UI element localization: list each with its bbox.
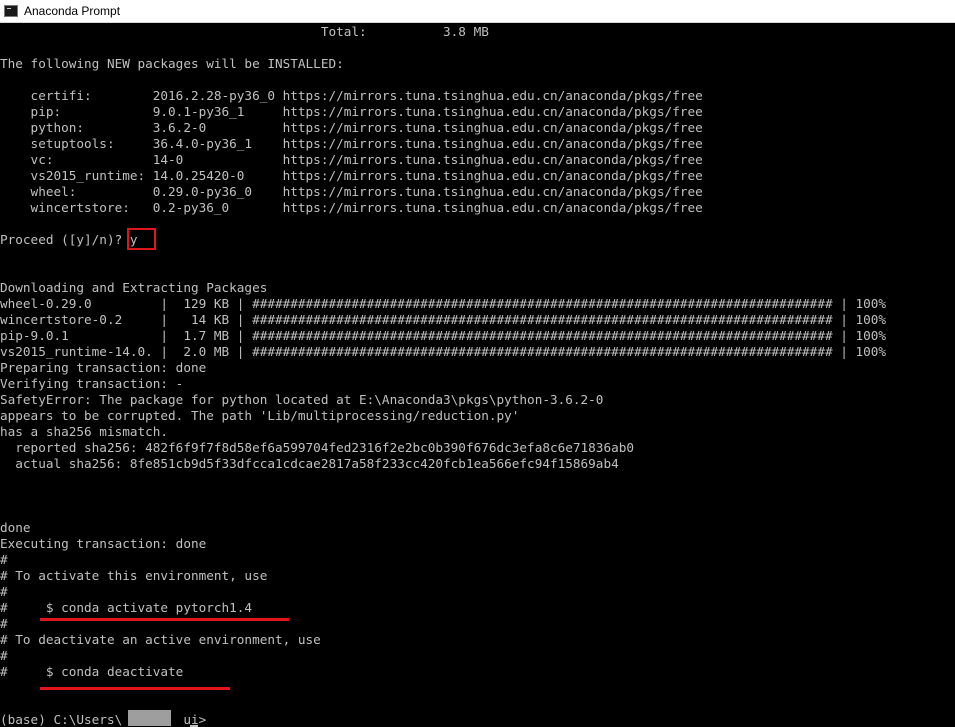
console-line: # $ conda activate pytorch1.4: [0, 600, 253, 615]
console-line: pip: 9.0.1-py36_1 https://mirrors.tuna.t…: [0, 104, 703, 119]
console-line: has a sha256 mismatch.: [0, 424, 169, 439]
console-line: Preparing transaction: done: [0, 360, 207, 375]
console-line: vs2015_runtime-14.0. | 2.0 MB | ########…: [0, 344, 887, 359]
console-line: Total: 3.8 MB: [0, 24, 489, 39]
console-line: #: [0, 552, 8, 567]
console-line: Verifying transaction: -: [0, 376, 184, 391]
console-line: vs2015_runtime: 14.0.25420-0 https://mir…: [0, 168, 703, 183]
console-line: appears to be corrupted. The path 'Lib/m…: [0, 408, 520, 423]
terminal-icon: [4, 5, 18, 17]
console-line: setuptools: 36.4.0-py36_1 https://mirror…: [0, 136, 703, 151]
console-line: SafetyError: The package for python loca…: [0, 392, 604, 407]
proceed-answer-highlight: [127, 228, 156, 250]
console-line: (base) C:\Users\ ui>: [0, 712, 207, 727]
title-bar: Anaconda Prompt: [0, 0, 955, 23]
console-line: python: 3.6.2-0 https://mirrors.tuna.tsi…: [0, 120, 703, 135]
console-line: pip-9.0.1 | 1.7 MB | ###################…: [0, 328, 887, 343]
console-line: Executing transaction: done: [0, 536, 207, 551]
activate-command-underline: [40, 618, 289, 621]
console-line: wincertstore-0.2 | 14 KB | #############…: [0, 312, 887, 327]
console-line: #: [0, 584, 8, 599]
console-line: reported sha256: 482f6f9f7f8d58ef6a59970…: [0, 440, 634, 455]
console-line: # To deactivate an active environment, u…: [0, 632, 321, 647]
console-line: wheel: 0.29.0-py36_0 https://mirrors.tun…: [0, 184, 703, 199]
window-title: Anaconda Prompt: [24, 4, 121, 18]
console-output[interactable]: (base) C:\Users\ ui> # $ conda deactivate…: [0, 23, 955, 727]
console-line: Downloading and Extracting Packages: [0, 280, 268, 295]
console-line: vc: 14-0 https://mirrors.tuna.tsinghua.e…: [0, 152, 703, 167]
console-line: Proceed ([y]/n)? y: [0, 232, 138, 247]
console-line: certifi: 2016.2.28-py36_0 https://mirror…: [0, 88, 703, 103]
console-line: #: [0, 616, 8, 631]
console-line: # To activate this environment, use: [0, 568, 268, 583]
console-line: done: [0, 520, 31, 535]
console-line: wheel-0.29.0 | 129 KB | ################…: [0, 296, 887, 311]
console-line: wincertstore: 0.2-py36_0 https://mirrors…: [0, 200, 703, 215]
console-line: # $ conda deactivate: [0, 664, 184, 679]
console-line: The following NEW packages will be INSTA…: [0, 56, 344, 71]
redacted-username: [128, 710, 171, 726]
console-line: #: [0, 648, 8, 663]
deactivate-command-underline: [40, 687, 230, 690]
console-line: actual sha256: 8fe851cb9d5f33dfcca1cdcae…: [0, 456, 619, 471]
